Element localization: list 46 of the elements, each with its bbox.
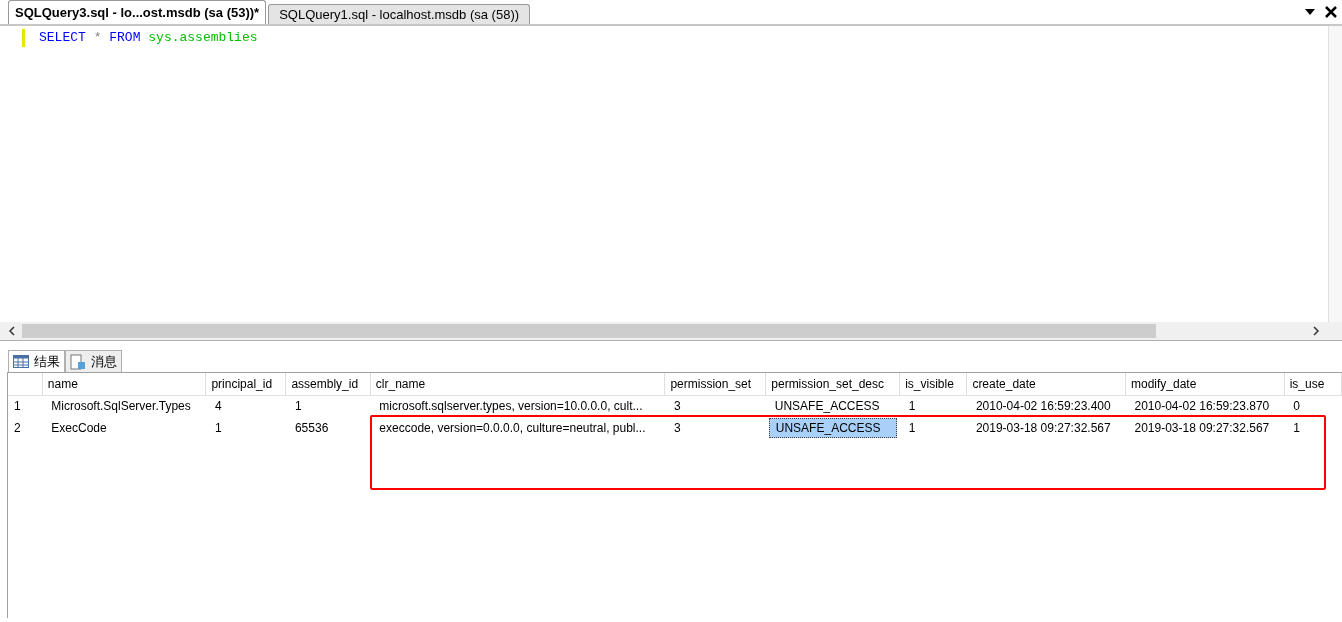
code-line: SELECT * FROM sys.assemblies [39,29,258,47]
column-header[interactable]: name [47,376,78,391]
table-cell-text: execcode, version=0.0.0.0, culture=neutral, publ... [378,420,647,437]
document-tab[interactable]: SQLQuery1.sql - localhost.msdb (sa (58)) [268,4,531,24]
column-header[interactable]: permission_set_desc [771,376,884,391]
column-header[interactable]: permission_set [670,376,752,391]
row-number: 2 [14,421,21,435]
table-cell-text: 1 [293,398,303,416]
column-header[interactable]: is_visible [905,376,954,391]
column-header[interactable]: modify_date [1131,376,1197,391]
grid-icon [13,355,29,368]
dropdown-icon[interactable] [1304,8,1316,16]
change-marker [22,29,25,47]
document-icon [70,353,86,370]
table-cell-text: ExecCode [50,420,108,437]
table-cell-text: 2010-04-02 16:59:23.400 [974,398,1112,416]
table-cell-text: 2010-04-02 16:59:23.870 [1133,398,1271,416]
document-tab[interactable]: SQLQuery3.sql - lo...ost.msdb (sa (53))* [8,0,267,24]
table-cell-text: 0 [1292,398,1301,416]
table-cell-text: 3 [672,420,682,437]
row-number: 1 [14,399,21,414]
table-cell-text: 1 [907,420,917,437]
result-tab[interactable]: 消息 [65,350,122,372]
scroll-right-icon[interactable] [1312,326,1320,336]
table-cell-text: 3 [672,398,682,416]
table-cell-text: 2019-03-18 09:27:32.567 [1133,420,1271,437]
scrollbar-thumb[interactable] [22,324,1156,338]
close-icon[interactable] [1324,5,1338,19]
result-tab[interactable]: 结果 [8,350,65,372]
table-cell: UNSAFE_ACCESS [768,418,897,438]
table-cell-text: 65536 [293,420,330,437]
vertical-scrollbar[interactable] [1328,26,1342,322]
table-cell-text: UNSAFE_ACCESS [773,398,881,416]
table-cell-text: 2019-03-18 09:27:32.567 [974,420,1112,437]
table-cell-text: 1 [1292,420,1301,437]
table-cell-text: 4 [213,398,223,416]
column-header[interactable]: clr_name [375,376,426,391]
column-header[interactable]: principal_id [211,376,273,391]
table-cell-text: microsoft.sqlserver.types, version=10.0.0.0, cult... [378,398,644,416]
column-header[interactable]: is_use [1289,376,1325,391]
column-header[interactable]: assembly_id [291,376,359,391]
column-header[interactable]: create_date [972,376,1036,391]
scroll-left-icon[interactable] [8,326,16,336]
table-cell-text: 1 [907,398,917,416]
table-cell-text: 1 [213,420,223,437]
table-cell-text: Microsoft.SqlServer.Types [50,398,192,416]
